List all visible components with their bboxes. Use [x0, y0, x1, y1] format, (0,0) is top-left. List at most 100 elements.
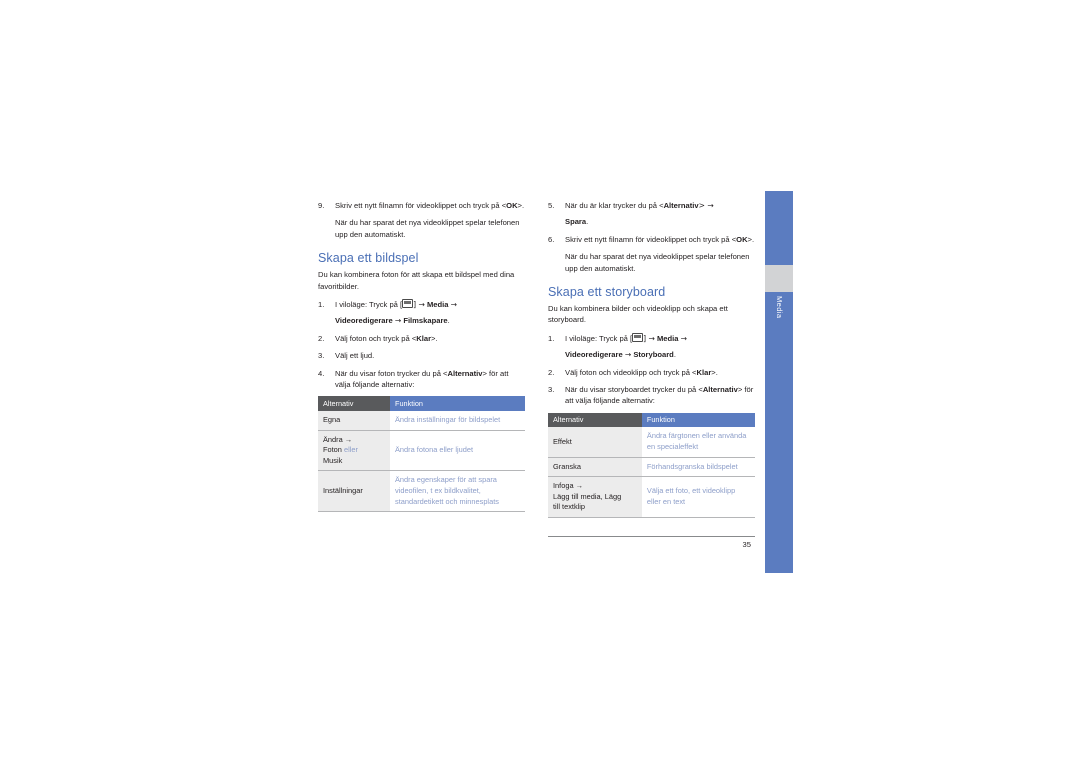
table-header-alternativ: Alternativ: [548, 412, 642, 428]
list-bold-spara: Spara: [565, 217, 587, 227]
list-item: 9. Skriv ett nytt filnamn för videoklippe…: [318, 200, 525, 211]
list-text-b: >.: [747, 234, 755, 244]
list-number: 1.: [318, 300, 325, 310]
step-bold-klar: Klar: [416, 333, 432, 343]
list-number: 3.: [548, 385, 555, 395]
section-intro-storyboard: Du kan kombinera bilder och videoklipp o…: [548, 304, 728, 325]
list-item: 2. Välj foton och tryck på <Klar>.: [318, 333, 525, 344]
step-arrow-1: →: [450, 300, 458, 310]
left-note-9: När du har sparat det nya videoklippet s…: [335, 218, 520, 239]
list-number: 3.: [318, 351, 325, 361]
step-post: ] →: [413, 300, 425, 310]
list-item: 1. I viloläge: Tryck på [] → Media → Video…: [318, 299, 525, 327]
list-item: 5. När du är klar trycker du på <Alternat…: [548, 200, 755, 228]
list-number: 6.: [548, 234, 555, 244]
side-tab-label: Media: [775, 296, 784, 319]
page-footer: 35: [548, 536, 755, 549]
step-bold-media: Media: [656, 333, 679, 343]
step-bold-storyboard: Storyboard: [633, 350, 674, 360]
table-cell-function: Ändra färgtonen eller använda en special…: [641, 427, 755, 458]
list-text-a: Skriv ett nytt filnamn för videoklippet …: [335, 201, 507, 210]
table-row: Infoga → Lägg till media, Lägg till text…: [548, 476, 755, 518]
list-number: 4.: [318, 368, 325, 378]
list-text-a: När du är klar trycker du på <: [565, 201, 664, 210]
step-arrow-1: →: [680, 333, 688, 343]
table-cell-option: Granska: [548, 457, 642, 478]
step-bold-klar: Klar: [696, 367, 712, 377]
section-title-storyboard: Skapa ett storyboard: [548, 285, 666, 300]
right-note-6: När du har sparat det nya videoklippet s…: [565, 252, 750, 273]
list-number: 5.: [548, 201, 555, 210]
left-column: 9. Skriv ett nytt filnamn för videoklippe…: [318, 200, 525, 513]
table-cell-option: Egna: [318, 410, 390, 431]
table-header-funktion: Funktion: [390, 396, 525, 411]
side-tab-notch: [765, 265, 793, 292]
list-bold-alternativ: Alternativ: [663, 201, 699, 210]
storyboard-steps: 1. I viloläge: Tryck på [ ] → Media → Video…: [548, 332, 755, 407]
table-cell-option: Ändra → Foton eller Musik: [318, 430, 390, 472]
list-bold-ok: OK: [736, 234, 748, 244]
bildspel-steps: 1. I viloläge: Tryck på [] → Media → Video…: [318, 299, 525, 390]
table-cell-function: Ändra egenskaper för att spara videofile…: [390, 470, 525, 513]
list-text-b: >.: [517, 201, 525, 210]
document-page: Media 9. Skriv ett nytt filnamn för video…: [0, 0, 1080, 763]
left-continued-list: 9. Skriv ett nytt filnamn för videoklippe…: [318, 200, 525, 211]
list-number: 1.: [548, 333, 555, 343]
right-column: 5. När du är klar trycker du på <Alternat…: [548, 200, 755, 518]
side-tab-media: Media: [765, 191, 793, 573]
step-pre: I viloläge: Tryck på [: [335, 300, 403, 310]
list-item: 4. När du visar foton trycker du på <Alte…: [318, 368, 525, 391]
table-cell-function: Ändra inställningar för bildspelet: [390, 410, 525, 431]
list-number: 2.: [318, 333, 325, 343]
option-line-1: Infoga →: [553, 481, 583, 491]
step-post: >.: [431, 333, 438, 343]
step-post: ] →: [643, 333, 655, 343]
list-bold: OK: [506, 201, 518, 210]
option-line-2a: Foton: [323, 445, 342, 455]
list-tail: .: [586, 217, 589, 227]
list-number: 9.: [318, 201, 325, 210]
table-cell-function: Välja ett foto, ett videoklipp eller en …: [641, 476, 755, 518]
option-line-3: Musik: [323, 455, 343, 465]
storyboard-options-table: Alternativ Funktion Effekt Ändra färgton…: [548, 412, 755, 518]
list-item: 1. I viloläge: Tryck på [ ] → Media → Video…: [548, 332, 755, 361]
step-bold-alternativ: Alternativ: [702, 385, 738, 395]
step-pre: Välj ett ljud.: [335, 351, 375, 361]
list-item: 2. Välj foton och videoklipp och tryck på…: [548, 367, 755, 378]
page-number: 35: [742, 540, 751, 549]
table-header-alternativ: Alternativ: [318, 396, 390, 411]
step-bold-videoredigerare: Videoredigerare: [335, 316, 393, 326]
table-cell-option: Inställningar: [318, 470, 390, 513]
step-pre: Välj foton och videoklipp och tryck på <: [565, 367, 697, 377]
step-post: >.: [711, 367, 718, 377]
list-item: 3. Välj ett ljud.: [318, 350, 525, 361]
table-row: Ändra → Foton eller Musik Ändra fotona e…: [318, 430, 525, 472]
list-number: 2.: [548, 367, 555, 377]
step-bold-videoredigerare: Videoredigerare: [565, 350, 623, 360]
step-arrow-2: →: [394, 316, 402, 326]
step-pre: När du visar storyboardet trycker du på …: [565, 385, 703, 395]
table-cell-function: Förhandsgranska bildspelet: [641, 457, 755, 478]
section-title-bildspel: Skapa ett bildspel: [318, 251, 419, 266]
step-pre: I viloläge: Tryck på [: [565, 333, 633, 343]
option-line-1: Ändra →: [323, 434, 353, 444]
list-item: 3. När du visar storyboardet trycker du p…: [548, 384, 755, 407]
option-line-2b: eller: [343, 445, 358, 455]
table-row: Egna Ändra inställningar för bildspelet: [318, 410, 525, 431]
table-cell-function: Ändra fotona eller ljudet: [390, 430, 525, 472]
list-text-a: Skriv ett nytt filnamn för videoklippet …: [565, 234, 737, 244]
menu-key-icon: [402, 299, 414, 309]
bildspel-options-table: Alternativ Funktion Egna Ändra inställni…: [318, 396, 525, 513]
step-bold-alternativ: Alternativ: [447, 368, 483, 378]
table-cell-option: Effekt: [548, 427, 642, 458]
step-pre: Välj foton och tryck på <: [335, 333, 417, 343]
table-row: Granska Förhandsgranska bildspelet: [548, 457, 755, 478]
table-header-row: Alternativ Funktion: [548, 412, 755, 428]
list-text-b: > →: [698, 201, 714, 210]
section-intro-bildspel: Du kan kombinera foton för att skapa ett…: [318, 270, 515, 291]
table-row: Inställningar Ändra egenskaper för att s…: [318, 470, 525, 513]
right-continued-list: 5. När du är klar trycker du på <Alternat…: [548, 200, 755, 245]
option-line-2: Lägg till media, Lägg: [553, 491, 622, 501]
step-bold-filmskapare: Filmskapare: [403, 316, 448, 326]
step-bold-media: Media: [426, 300, 449, 310]
